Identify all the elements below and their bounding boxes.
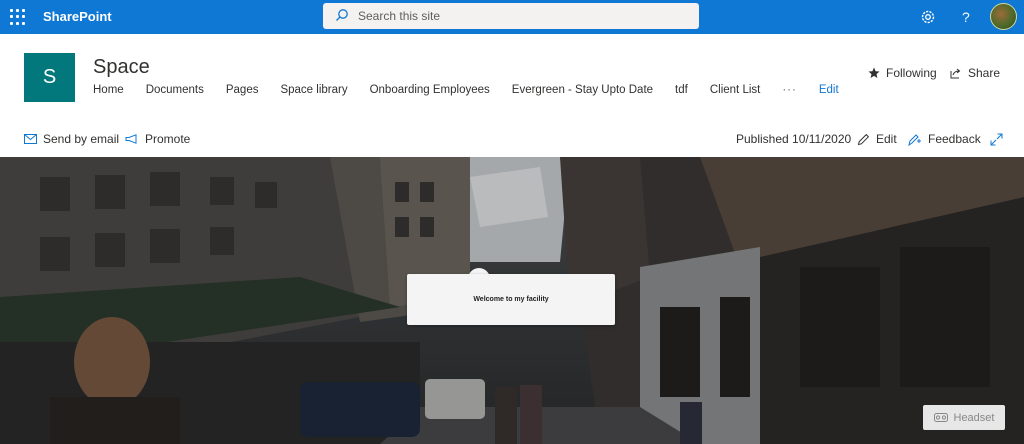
headset-label: Headset [953, 411, 995, 424]
send-by-email-button[interactable]: Send by email [24, 132, 119, 146]
search-icon [336, 9, 348, 21]
welcome-card[interactable]: Welcome to my facility [407, 274, 615, 325]
nav-more-button[interactable]: ··· [782, 84, 797, 100]
help-icon[interactable]: ? [957, 8, 975, 26]
waffle-icon[interactable] [10, 9, 26, 25]
site-logo[interactable]: S [24, 53, 75, 102]
edit-icon [857, 133, 870, 145]
edit-page-label: Edit [876, 132, 897, 146]
published-label: Published 10/11/2020 [736, 132, 852, 146]
site-title[interactable]: Space [93, 56, 150, 79]
site-header: S Space Home Documents Pages Space libra… [0, 34, 1024, 120]
edit-page-button[interactable]: Edit [857, 132, 897, 146]
star-icon [868, 67, 880, 78]
share-button[interactable]: Share [950, 66, 1000, 80]
following-label: Following [886, 66, 937, 80]
nav-client-list[interactable]: Client List [710, 84, 761, 100]
share-label: Share [968, 66, 1001, 80]
command-bar: Send by email Promote Published 10/11/20… [0, 124, 1024, 154]
suite-bar: SharePoint ? [0, 0, 1024, 34]
nav-home[interactable]: Home [93, 84, 124, 100]
headset-icon [933, 413, 948, 422]
published-date: Published 10/11/2020 [736, 132, 851, 146]
search-input[interactable] [358, 7, 678, 25]
promote-button[interactable]: Promote [125, 132, 190, 146]
avatar[interactable] [990, 3, 1017, 30]
hero-360-image[interactable]: Welcome to my facility Headset [0, 157, 1024, 444]
feedback-icon [908, 133, 921, 146]
nav-onboarding-employees[interactable]: Onboarding Employees [370, 84, 490, 100]
following-button[interactable]: Following [868, 66, 937, 80]
svg-text:?: ? [962, 9, 970, 25]
settings-icon[interactable] [919, 8, 937, 26]
nav-documents[interactable]: Documents [146, 84, 204, 100]
promote-icon [125, 134, 137, 144]
search-box[interactable] [323, 3, 699, 29]
nav-edit-link[interactable]: Edit [819, 84, 839, 100]
nav-evergreen[interactable]: Evergreen - Stay Upto Date [512, 84, 653, 100]
feedback-label: Feedback [928, 132, 981, 146]
nav-tdf[interactable]: tdf [675, 84, 688, 100]
site-navigation: Home Documents Pages Space library Onboa… [93, 84, 861, 100]
send-by-email-label: Send by email [43, 132, 120, 146]
welcome-text: Welcome to my facility [473, 296, 549, 303]
promote-label: Promote [145, 132, 191, 146]
feedback-button[interactable]: Feedback [908, 132, 981, 146]
app-brand[interactable]: SharePoint [43, 9, 112, 24]
headset-button[interactable]: Headset [923, 405, 1005, 430]
nav-space-library[interactable]: Space library [280, 84, 347, 100]
share-icon [950, 68, 961, 79]
nav-pages[interactable]: Pages [226, 84, 259, 100]
expand-icon[interactable] [990, 133, 1003, 146]
email-icon [24, 134, 37, 144]
